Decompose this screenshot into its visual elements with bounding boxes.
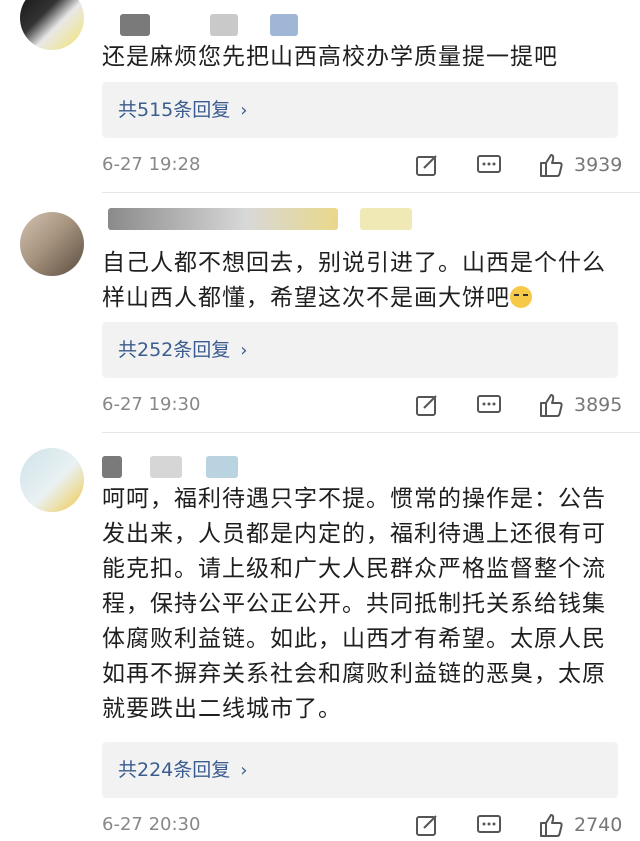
- username-blurred[interactable]: [102, 456, 122, 478]
- timestamp: 6-27 19:28: [102, 154, 201, 175]
- comment-text: 自己人都不想回去，别说引进了。山西是个什么样山西人都懂，希望这次不是画大饼吧: [102, 250, 606, 311]
- comment-text: 还是麻烦您先把山西高校办学质量提一提吧: [102, 44, 558, 70]
- thumbs-up-icon[interactable]: [538, 152, 564, 178]
- comment-meta: 6-27 19:28 3939: [102, 150, 622, 180]
- timestamp: 6-27 20:30: [102, 814, 201, 835]
- share-icon[interactable]: [414, 392, 440, 418]
- chevron-right-icon: ›: [240, 100, 248, 121]
- comment-3: 呵呵，福利待遇只字不提。惯常的操作是：公告发出来，人员都是内定的，福利待遇上还很…: [0, 434, 640, 841]
- badge-blurred: [270, 14, 298, 36]
- username-blurred[interactable]: [120, 14, 150, 36]
- comment-1: 还是麻烦您先把山西高校办学质量提一提吧 共515条回复 › 6-27 19:28 …: [0, 0, 640, 200]
- like-count: 3895: [574, 394, 623, 416]
- share-icon[interactable]: [414, 812, 440, 838]
- view-replies-button[interactable]: 共224条回复 ›: [102, 742, 618, 798]
- comment-meta: 6-27 20:30 2740: [102, 810, 622, 840]
- avatar[interactable]: [20, 448, 84, 512]
- comment-meta: 6-27 19:30 3895: [102, 390, 622, 420]
- username-blurred: [150, 456, 182, 478]
- comment-icon[interactable]: [476, 152, 502, 178]
- like-count: 3939: [574, 154, 623, 176]
- divider: [102, 192, 640, 193]
- replies-label: 共224条回复: [118, 759, 231, 781]
- replies-label: 共252条回复: [118, 339, 231, 361]
- share-icon[interactable]: [414, 152, 440, 178]
- thumbs-up-icon[interactable]: [538, 812, 564, 838]
- comment-text: 呵呵，福利待遇只字不提。惯常的操作是：公告发出来，人员都是内定的，福利待遇上还很…: [102, 486, 606, 722]
- comment-icon[interactable]: [476, 392, 502, 418]
- comment-icon[interactable]: [476, 812, 502, 838]
- thumbs-up-icon[interactable]: [538, 392, 564, 418]
- chevron-right-icon: ›: [240, 760, 248, 781]
- avatar[interactable]: [20, 212, 84, 276]
- timestamp: 6-27 19:30: [102, 394, 201, 415]
- comment-2: 自己人都不想回去，别说引进了。山西是个什么样山西人都懂，希望这次不是画大饼吧 共…: [0, 194, 640, 434]
- chevron-right-icon: ›: [240, 340, 248, 361]
- smirk-emoji-icon: [510, 286, 532, 308]
- view-replies-button[interactable]: 共252条回复 ›: [102, 322, 618, 378]
- divider: [102, 432, 640, 433]
- like-count: 2740: [574, 814, 623, 836]
- replies-label: 共515条回复: [118, 99, 231, 121]
- avatar[interactable]: [20, 0, 84, 50]
- badge-blurred: [360, 208, 412, 230]
- badge-blurred: [206, 456, 238, 478]
- view-replies-button[interactable]: 共515条回复 ›: [102, 82, 618, 138]
- username-blurred[interactable]: [108, 208, 338, 230]
- username-blurred: [210, 14, 238, 36]
